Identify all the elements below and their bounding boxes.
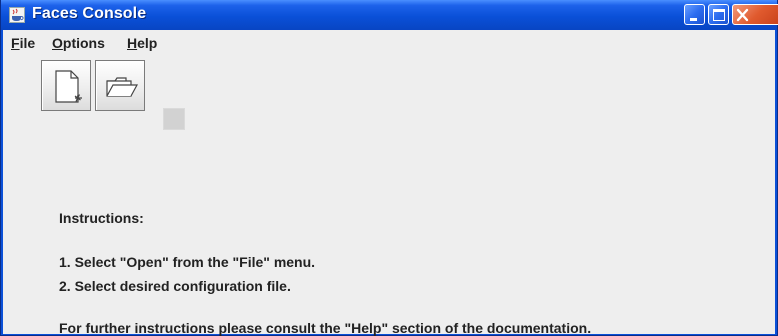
instructions-heading: Instructions:	[59, 210, 144, 226]
close-button[interactable]	[732, 4, 778, 25]
menu-options[interactable]: Options	[52, 32, 105, 54]
new-file-button[interactable]	[41, 60, 91, 111]
instruction-step: 2. Select desired configuration file.	[59, 278, 291, 294]
menu-help-rest: elp	[137, 35, 158, 51]
maximize-button[interactable]	[708, 4, 729, 25]
save-button	[163, 108, 185, 130]
menu-file[interactable]: File	[11, 32, 35, 54]
window-title: Faces Console	[32, 5, 147, 22]
menu-options-mnemonic: O	[52, 35, 63, 51]
maximize-icon	[713, 9, 725, 21]
minimize-button[interactable]	[684, 4, 705, 25]
open-folder-button[interactable]	[95, 60, 145, 111]
menu-bar: File Options Help	[3, 30, 775, 56]
open-folder-icon	[106, 77, 139, 97]
new-file-icon	[55, 70, 82, 103]
minimize-icon	[690, 18, 697, 21]
menu-file-rest: ile	[19, 35, 36, 51]
faces-console-window: Faces Console File Options Help Instruct…	[0, 0, 778, 336]
close-icon	[736, 8, 749, 22]
java-cup-icon[interactable]	[9, 7, 25, 23]
menu-options-rest: ptions	[62, 35, 105, 51]
client-area: File Options Help Instructions: 1. Selec…	[3, 30, 775, 336]
instructions-footer: For further instructions please consult …	[59, 320, 592, 336]
menu-file-mnemonic: F	[11, 35, 20, 51]
instruction-step: 1. Select "Open" from the "File" menu.	[59, 254, 316, 270]
title-bar[interactable]: Faces Console	[1, 0, 778, 30]
menu-help[interactable]: Help	[127, 32, 157, 54]
menu-help-mnemonic: H	[127, 35, 138, 51]
